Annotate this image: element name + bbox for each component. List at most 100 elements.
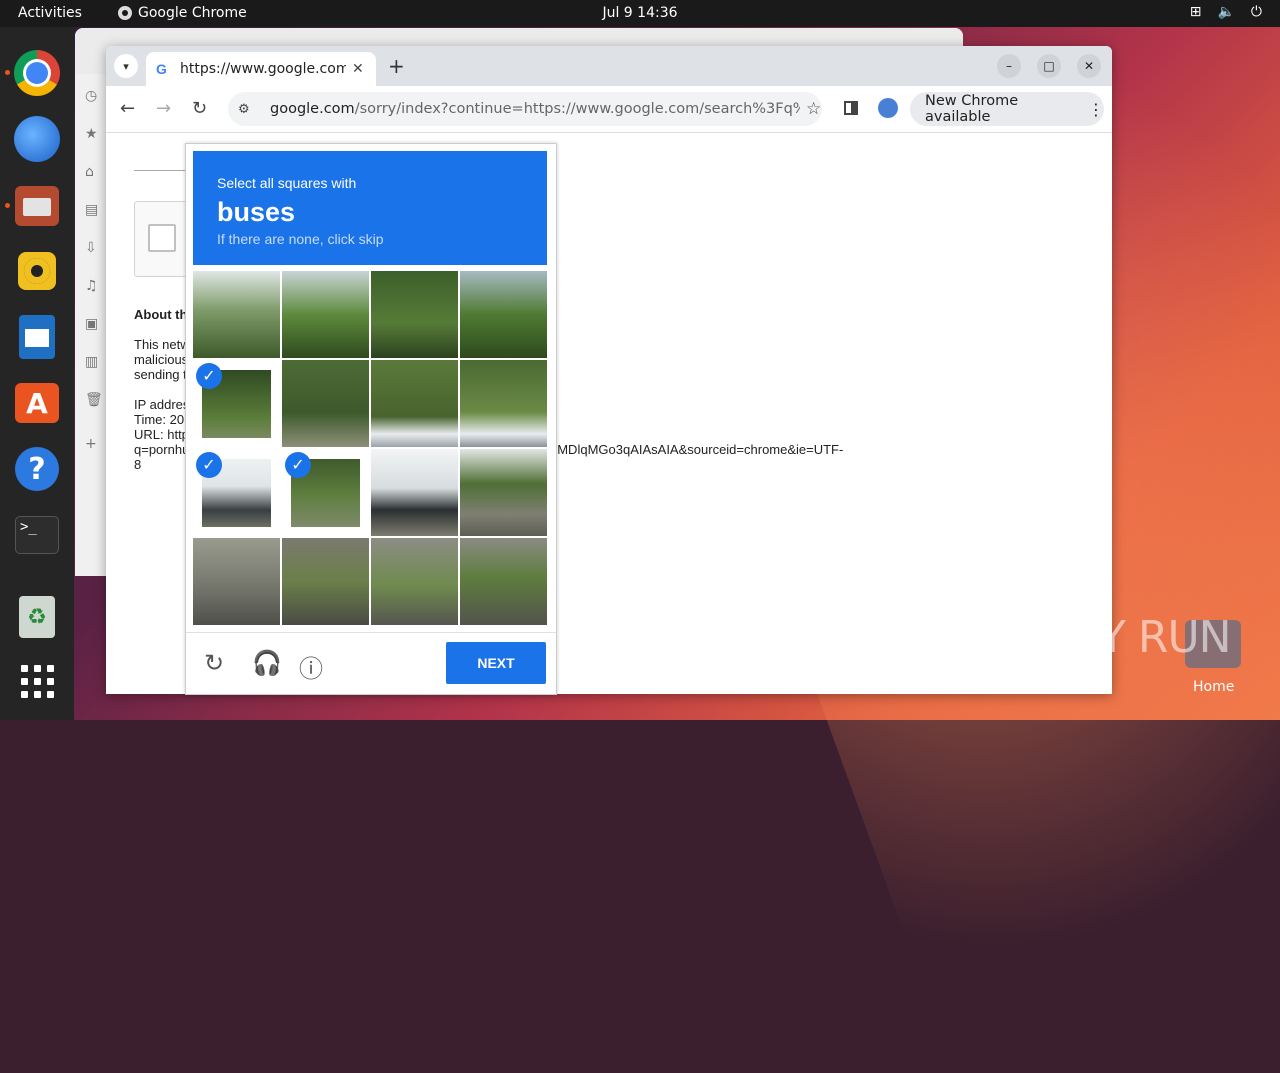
about-heading: About th [134,307,188,322]
tab-title: https://www.google.com/sorry/index?conti… [180,61,346,77]
captcha-tile-image [371,449,458,536]
captcha-tile[interactable] [371,360,458,447]
bookmark-star-icon[interactable]: ☆ [806,99,821,119]
system-tray[interactable]: ⊞ 🔈 ⏻ [1190,4,1262,20]
add-location-icon[interactable]: + [85,436,97,452]
captcha-tile[interactable] [282,360,369,447]
writer-icon [19,315,55,359]
info-paragraph-1: This netw malicious sending t [134,337,190,382]
captcha-tile[interactable] [193,271,280,358]
captcha-tile[interactable] [282,271,369,358]
url-text[interactable]: google.com/sorry/index?continue=https://… [270,101,800,117]
dock-trash[interactable]: ♻ [13,593,61,641]
info-icon[interactable]: ⓘ [299,649,323,684]
dock-terminal[interactable]: >_ [13,511,61,559]
captcha-tile[interactable] [460,449,547,536]
new-tab-button[interactable]: + [388,54,405,78]
captcha-footer: ↻ 🎧 ⓘ NEXT [186,632,556,694]
captcha-tile-image [460,360,547,447]
captcha-tile[interactable] [371,449,458,536]
tab-strip: ▾ G https://www.google.com/sorry/index?c… [106,46,1112,86]
home-icon[interactable]: ⌂ [85,164,94,180]
captcha-hint: If there are none, click skip [217,231,384,247]
active-tab[interactable]: G https://www.google.com/sorry/index?con… [146,52,376,86]
show-apps-button[interactable] [13,657,61,705]
new-chrome-available-button[interactable]: New Chrome available ⋮ [910,92,1104,126]
captcha-tile-image [282,538,369,625]
reload-challenge-icon[interactable]: ↻ [204,649,224,678]
app-menu[interactable]: Google Chrome [118,5,247,21]
starred-icon[interactable]: ★ [85,126,98,142]
site-info-icon[interactable]: ⚙ [238,102,258,117]
captcha-challenge: Select all squares with buses If there a… [185,143,557,695]
captcha-tile[interactable]: ✓ [282,449,369,536]
forward-icon[interactable]: → [156,98,171,119]
close-window-button[interactable]: ✕ [1077,54,1101,78]
tab-close-icon[interactable]: ✕ [352,61,364,77]
selected-check-icon: ✓ [285,452,311,478]
url-continuation: 0MDlqMGo3qAIAsAIA&sourceid=chrome&ie=UTF… [550,442,844,457]
captcha-instruction: Select all squares with [217,175,357,191]
captcha-tile-image [193,538,280,625]
captcha-tile[interactable] [460,538,547,625]
update-label: New Chrome available [925,93,1019,125]
captcha-tile[interactable] [371,538,458,625]
captcha-tile-image [193,271,280,358]
documents-icon[interactable]: ▤ [85,202,98,218]
recent-icon[interactable]: ◷ [85,88,97,104]
captcha-tile[interactable] [193,538,280,625]
captcha-target: buses [217,197,296,227]
dock-rhythmbox[interactable] [13,247,61,295]
minimize-button[interactable]: – [997,54,1021,78]
help-icon: ? [15,447,59,491]
recaptcha-checkbox[interactable] [148,224,176,252]
browser-toolbar: ← → ↻ ⚙ google.com/sorry/index?continue=… [106,86,1112,133]
captcha-tile-image [460,271,547,358]
chrome-app-icon [118,6,132,20]
side-panel-icon[interactable] [844,101,858,115]
dock-files[interactable] [5,182,61,230]
files-icon [15,186,59,226]
captcha-tile[interactable] [282,538,369,625]
kebab-menu-icon[interactable]: ⋮ [1088,100,1104,119]
back-icon[interactable]: ← [120,98,135,119]
dock-app-center[interactable]: A [13,379,61,427]
anyrun-watermark: ANY RUN [1038,612,1232,663]
trash-sidebar-icon[interactable]: 🗑 [85,392,103,408]
audio-challenge-icon[interactable]: 🎧 [252,649,282,678]
google-favicon-icon: G [156,61,167,77]
dock-writer[interactable] [13,313,61,361]
pictures-icon[interactable]: ▣ [85,316,98,332]
app-center-icon: A [15,383,59,423]
url-host: google.com [270,101,355,117]
thunderbird-icon [14,116,60,162]
captcha-tile[interactable] [460,360,547,447]
videos-icon[interactable]: ▥ [85,354,98,370]
tab-search-button[interactable]: ▾ [114,54,138,78]
reload-icon[interactable]: ↻ [192,98,207,119]
app-grid-icon [20,664,54,698]
chrome-icon [14,50,60,96]
maximize-button[interactable]: □ [1037,54,1061,78]
dock-help[interactable]: ? [13,445,61,493]
next-button[interactable]: NEXT [446,642,546,684]
top-bar: Activities Google Chrome Jul 9 14:36 ⊞ 🔈… [0,0,1280,27]
captcha-tile-image [371,360,458,447]
profile-avatar[interactable] [878,98,898,118]
captcha-tile[interactable] [371,271,458,358]
music-icon[interactable]: ♫ [85,278,98,294]
captcha-tile-image [460,538,547,625]
dock: A ? >_ ♻ [0,27,74,720]
captcha-tile-image [460,449,547,536]
captcha-tile[interactable] [460,271,547,358]
address-bar[interactable]: ⚙ google.com/sorry/index?continue=https:… [228,92,822,126]
captcha-tile[interactable]: ✓ [193,449,280,536]
dock-chrome[interactable] [5,49,61,97]
url-path: /sorry/index?continue=https://www.google… [354,101,800,117]
captcha-tile[interactable]: ✓ [193,360,280,447]
activities-button[interactable]: Activities [18,5,82,21]
dock-thunderbird[interactable] [13,115,61,163]
captcha-tile-image [371,538,458,625]
downloads-icon[interactable]: ⇩ [85,240,97,256]
trash-icon: ♻ [19,596,55,638]
